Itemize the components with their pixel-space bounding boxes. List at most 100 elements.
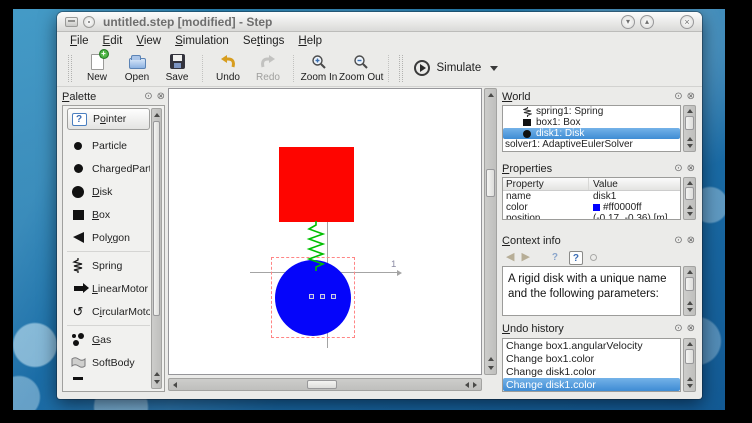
- undo-history-item[interactable]: Change box1.angularVelocity: [503, 339, 680, 352]
- scroll-up-icon[interactable]: [687, 181, 693, 185]
- menu-settings[interactable]: Settings: [236, 33, 292, 49]
- scroll-up-icon[interactable]: [488, 93, 494, 97]
- value-column-header[interactable]: Value: [589, 179, 680, 190]
- canvas-hscroll-thumb[interactable]: [307, 380, 337, 389]
- disk1-handle[interactable]: [320, 294, 325, 299]
- world-item-solver1[interactable]: solver1: AdaptiveEulerSolver: [503, 139, 680, 150]
- value-cell[interactable]: #ff0000ff: [589, 202, 680, 213]
- menu-simulation[interactable]: Simulation: [168, 33, 236, 49]
- zoom-in-button[interactable]: Zoom In: [299, 51, 339, 85]
- titlebar[interactable]: untitled.step [modified] - Step ▾ ▴ ×: [57, 12, 702, 32]
- properties-scrollbar[interactable]: [683, 177, 696, 220]
- back-arrow-icon[interactable]: ◀: [506, 252, 514, 263]
- properties-close-icon[interactable]: ⊗: [687, 164, 695, 174]
- toolbar-handle[interactable]: [68, 55, 72, 82]
- palette-scroll-thumb[interactable]: [153, 121, 160, 316]
- disk1-handle[interactable]: [331, 294, 336, 299]
- scroll-up-icon[interactable]: [687, 301, 693, 305]
- value-cell[interactable]: (-0.17, -0.36) [m]: [589, 213, 680, 220]
- canvas-vscroll-thumb[interactable]: [486, 169, 495, 197]
- world-item-disk1[interactable]: disk1: Disk: [503, 128, 680, 139]
- undo-history-scroll-thumb[interactable]: [685, 349, 694, 364]
- property-row-color[interactable]: color #ff0000ff: [503, 202, 680, 213]
- palette-float-icon[interactable]: ⊙: [144, 92, 152, 102]
- scroll-up-icon[interactable]: [154, 372, 160, 376]
- scroll-down-icon[interactable]: [687, 308, 693, 312]
- scroll-up-icon[interactable]: [687, 377, 693, 381]
- menu-edit[interactable]: Edit: [96, 33, 130, 49]
- minimize-button[interactable]: ▾: [621, 15, 635, 29]
- menu-view[interactable]: View: [129, 33, 168, 49]
- properties-float-icon[interactable]: ⊙: [674, 164, 682, 174]
- scroll-down-icon[interactable]: [687, 144, 693, 148]
- undo-history-scrollbar[interactable]: [683, 338, 696, 392]
- scroll-left-icon[interactable]: [465, 382, 469, 388]
- scroll-right-icon[interactable]: [473, 382, 477, 388]
- property-row-position[interactable]: position (-0.17, -0.36) [m]: [503, 213, 680, 220]
- simulate-button[interactable]: Simulate: [408, 53, 504, 83]
- save-button[interactable]: Save: [157, 51, 197, 85]
- world-item-box1[interactable]: box1: Box: [503, 117, 680, 128]
- undo-history-close-icon[interactable]: ⊗: [687, 324, 695, 334]
- world-close-icon[interactable]: ⊗: [687, 92, 695, 102]
- disk1-handle[interactable]: [309, 294, 314, 299]
- context-info-float-icon[interactable]: ⊙: [674, 236, 682, 246]
- zoom-out-button[interactable]: Zoom Out: [339, 51, 383, 85]
- box1-object[interactable]: [279, 147, 354, 222]
- canvas-vertical-scrollbar[interactable]: [484, 88, 497, 375]
- canvas-horizontal-scrollbar[interactable]: [168, 378, 482, 391]
- world-scroll-thumb[interactable]: [685, 116, 694, 130]
- help-mode-icon[interactable]: ?: [548, 251, 562, 265]
- palette-item-circular-motor[interactable]: ↺ CircularMotor: [67, 300, 150, 323]
- spring1-object[interactable]: [306, 221, 326, 271]
- world-float-icon[interactable]: ⊙: [674, 92, 682, 102]
- scroll-down-icon[interactable]: [488, 366, 494, 370]
- context-info-close-icon[interactable]: ⊗: [687, 236, 695, 246]
- scroll-up-icon[interactable]: [154, 113, 160, 117]
- palette-item-box[interactable]: Box: [67, 203, 150, 226]
- open-button[interactable]: Open: [117, 51, 157, 85]
- undo-button[interactable]: Undo: [208, 51, 248, 85]
- scroll-down-icon[interactable]: [154, 380, 160, 384]
- palette-close-icon[interactable]: ⊗: [157, 92, 165, 102]
- scroll-up-icon[interactable]: [687, 270, 693, 274]
- maximize-button[interactable]: ▴: [640, 15, 654, 29]
- context-help-icon[interactable]: ?: [569, 251, 583, 265]
- forward-arrow-icon[interactable]: ▶: [521, 252, 529, 263]
- property-column-header[interactable]: Property: [503, 178, 589, 190]
- properties-scroll-thumb[interactable]: [685, 187, 694, 200]
- palette-item-pointer[interactable]: ? Pointer: [67, 108, 150, 130]
- world-scene-canvas[interactable]: 1: [168, 88, 482, 375]
- palette-item-disk[interactable]: Disk: [67, 180, 150, 203]
- properties-header-row[interactable]: Property Value: [503, 178, 680, 191]
- scroll-up-icon[interactable]: [687, 205, 693, 209]
- palette-item-softbody[interactable]: SoftBody: [67, 351, 150, 374]
- window-menu-icon[interactable]: [83, 16, 95, 28]
- new-button[interactable]: + New: [77, 51, 117, 85]
- undo-history-item[interactable]: Change disk1.color: [503, 365, 680, 378]
- property-row-name[interactable]: name disk1: [503, 191, 680, 202]
- scroll-left-icon[interactable]: [173, 382, 177, 388]
- context-info-scroll-thumb[interactable]: [685, 277, 694, 291]
- undo-history-float-icon[interactable]: ⊙: [674, 324, 682, 334]
- undo-history-item[interactable]: Change box1.color: [503, 352, 680, 365]
- close-button[interactable]: ×: [680, 15, 694, 29]
- palette-item-polygon[interactable]: Polygon: [67, 226, 150, 249]
- undo-history-item-selected[interactable]: Change disk1.color: [503, 378, 680, 391]
- palette-item-partial[interactable]: [67, 374, 150, 383]
- world-scrollbar[interactable]: [683, 105, 696, 152]
- palette-item-spring[interactable]: Spring: [67, 254, 150, 277]
- palette-item-gas[interactable]: Gas: [67, 328, 150, 351]
- menu-help[interactable]: Help: [291, 33, 329, 49]
- redo-button[interactable]: Redo: [248, 51, 288, 85]
- scroll-up-icon[interactable]: [687, 137, 693, 141]
- scroll-up-icon[interactable]: [687, 109, 693, 113]
- world-item-spring1[interactable]: spring1: Spring: [503, 106, 680, 117]
- value-cell[interactable]: disk1: [589, 191, 680, 202]
- scroll-down-icon[interactable]: [687, 384, 693, 388]
- scroll-up-icon[interactable]: [488, 357, 494, 361]
- scroll-down-icon[interactable]: [687, 212, 693, 216]
- toolbar-handle[interactable]: [399, 55, 403, 82]
- scroll-up-icon[interactable]: [687, 342, 693, 346]
- palette-item-charged-particle[interactable]: ChargedParticle: [67, 157, 150, 180]
